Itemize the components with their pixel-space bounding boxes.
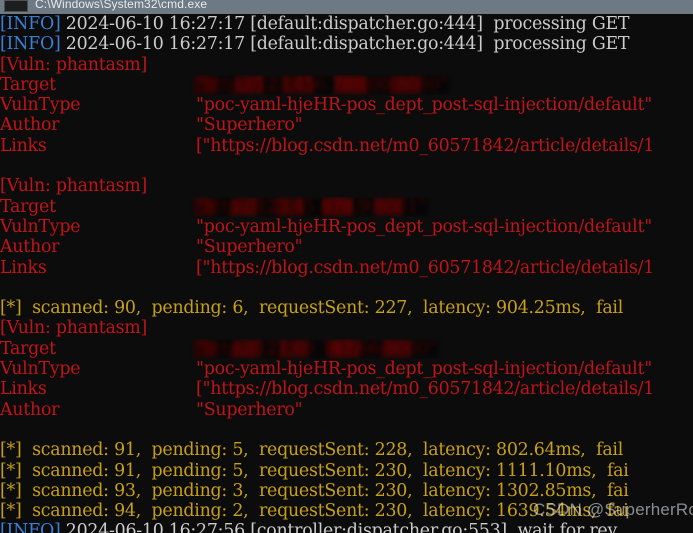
vuln-field-label: Target (0, 338, 56, 359)
vuln-field-value: ["https://blog.csdn.net/m0_60571842/arti… (196, 257, 655, 278)
vuln-field-value: "poc-yaml-hjeHR-pos_dept_post-sql-inject… (196, 95, 652, 116)
vuln-field-label: VulnType (0, 216, 81, 237)
window-titlebar[interactable]: C:\Windows\System32\cmd.exe (0, 0, 693, 14)
status-line-text: [*] scanned: 94, pending: 2, requestSent… (0, 501, 629, 522)
vuln-field-row: Target "http://123.45.678.9:8081" (0, 197, 693, 217)
info-tag: [INFO] (0, 34, 61, 55)
vuln-field-row: Links ["https://blog.csdn.net/m0_60571842… (0, 258, 693, 278)
vuln-field-value-redacted: "http://123.45.678.9:8081" (194, 196, 428, 217)
log-line-info: [INFO] 2024-06-10 16:27:56 [controller:d… (0, 521, 693, 533)
status-line: [*] scanned: 90, pending: 6, requestSent… (0, 298, 693, 318)
vuln-field-value: ["https://blog.csdn.net/m0_60571842/arti… (196, 135, 655, 156)
vuln-field-row: Author "Superhero" (0, 237, 693, 257)
vuln-header: [Vuln: phantasm] (0, 55, 693, 75)
status-line: [*] scanned: 91, pending: 5, requestSent… (0, 440, 693, 460)
vuln-field-label: Target (0, 196, 56, 217)
vuln-field-row: VulnType "poc-yaml-hjeHR-pos_dept_post-sq… (0, 359, 693, 379)
status-line: [*] scanned: 93, pending: 3, requestSent… (0, 481, 693, 501)
vuln-field-label: Author (0, 237, 60, 258)
vuln-field-label: Author (0, 399, 60, 420)
console-window-icon (4, 0, 28, 12)
vuln-field-row: Links ["https://blog.csdn.net/m0_60571842… (0, 136, 693, 156)
log-timestamp: 2024-06-10 16:27:17 (60, 34, 251, 55)
vuln-field-label: Links (0, 135, 47, 156)
vuln-field-row: VulnType "poc-yaml-hjeHR-pos_dept_post-sq… (0, 95, 693, 115)
vuln-field-value: ["https://blog.csdn.net/m0_60571842/arti… (196, 379, 655, 400)
vuln-header-text: [Vuln: phantasm] (0, 176, 148, 197)
status-line-text: [*] scanned: 90, pending: 6, requestSent… (0, 298, 624, 319)
status-line-text: [*] scanned: 91, pending: 5, requestSent… (0, 460, 629, 481)
log-source: [default:dispatcher.go:444] (250, 34, 483, 55)
window-title: C:\Windows\System32\cmd.exe (35, 0, 208, 11)
vuln-field-value-redacted: "http://121.69.147.66:8080" (193, 338, 439, 359)
vuln-field-value: "poc-yaml-hjeHR-pos_dept_post-sql-inject… (196, 359, 652, 380)
status-line-text: [*] scanned: 93, pending: 3, requestSent… (0, 480, 629, 501)
status-line: [*] scanned: 94, pending: 2, requestSent… (0, 501, 693, 521)
vuln-field-value: "Superhero" (196, 237, 303, 258)
vuln-field-row: VulnType "poc-yaml-hjeHR-pos_dept_post-sq… (0, 217, 693, 237)
vuln-field-row: Links ["https://blog.csdn.net/m0_60571842… (0, 379, 693, 399)
log-message: wait for rev (506, 521, 618, 533)
vuln-header: [Vuln: phantasm] (0, 318, 693, 338)
status-line-text: [*] scanned: 91, pending: 5, requestSent… (0, 440, 624, 461)
vuln-field-row: Author "Superhero" (0, 400, 693, 420)
log-message: processing GET (482, 14, 630, 34)
log-source: [default:dispatcher.go:444] (250, 14, 483, 34)
vuln-field-value: "Superhero" (196, 399, 303, 420)
vuln-field-label: Target (0, 74, 56, 95)
vuln-field-label: Author (0, 115, 60, 136)
console-window: C:\Windows\System32\cmd.exe [INFO] 2024-… (0, 0, 693, 533)
vuln-header-text: [Vuln: phantasm] (0, 54, 148, 75)
status-line: [*] scanned: 91, pending: 5, requestSent… (0, 461, 693, 481)
vuln-field-label: Links (0, 379, 47, 400)
vuln-field-value: "poc-yaml-hjeHR-pos_dept_post-sql-inject… (196, 216, 652, 237)
log-timestamp: 2024-06-10 16:27:17 (60, 14, 251, 34)
vuln-field-row: Target "http://123.456.789.00:8080" (0, 75, 693, 95)
vuln-header-text: [Vuln: phantasm] (0, 318, 148, 339)
vuln-field-row: Target "http://121.69.147.66:8080" (0, 339, 693, 359)
info-tag: [INFO] (0, 521, 61, 533)
vuln-field-row: Author "Superhero" (0, 115, 693, 135)
info-tag: [INFO] (0, 14, 61, 34)
console-output[interactable]: [INFO] 2024-06-10 16:27:17 [default:disp… (0, 14, 693, 533)
log-message: processing GET (482, 34, 630, 55)
vuln-field-value: "Superhero" (196, 115, 303, 136)
vuln-field-label: Links (0, 257, 47, 278)
vuln-field-value-redacted: "http://123.456.789.00:8080" (193, 74, 450, 95)
log-line-info: [INFO] 2024-06-10 16:27:17 [default:disp… (0, 34, 693, 54)
log-timestamp: 2024-06-10 16:27:56 (60, 521, 251, 533)
vuln-field-label: VulnType (0, 95, 81, 116)
vuln-header: [Vuln: phantasm] (0, 176, 693, 196)
vuln-field-label: VulnType (0, 359, 81, 380)
log-source: [controller:dispatcher.go:553] (250, 521, 507, 533)
log-line-info: [INFO] 2024-06-10 16:27:17 [default:disp… (0, 14, 693, 34)
